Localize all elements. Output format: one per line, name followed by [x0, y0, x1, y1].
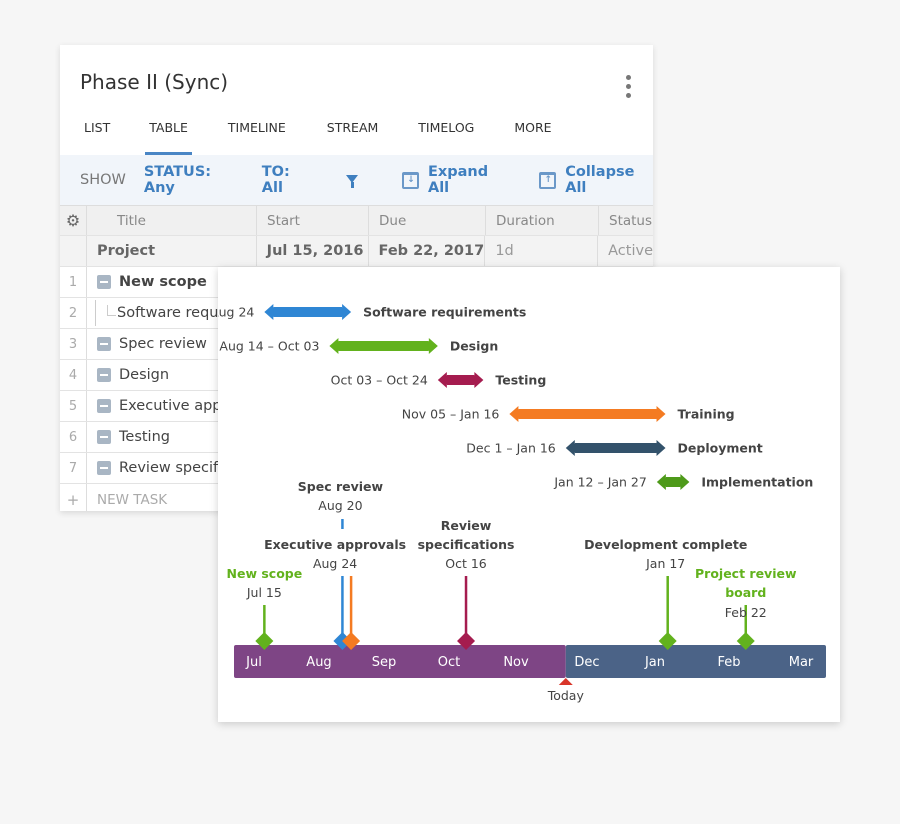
task-title: Design — [119, 367, 170, 383]
task-name-label: Implementation — [701, 475, 813, 490]
tab-table[interactable]: TABLE — [145, 121, 192, 155]
project-row-due: Feb 22, 2017 — [369, 236, 486, 266]
expand-icon: ↓ — [402, 171, 419, 189]
status-filter[interactable]: STATUS: Any — [144, 164, 240, 196]
month-label: Sep — [372, 655, 397, 670]
task-bar-body — [665, 477, 681, 487]
filter-funnel-icon[interactable] — [346, 175, 359, 188]
project-row-status: Active — [608, 243, 653, 259]
column-header-start[interactable]: Start — [257, 206, 369, 235]
milestone-date: Aug 24 — [313, 556, 357, 571]
task-name-label: Training — [678, 407, 735, 422]
row-number: 1 — [60, 267, 87, 297]
add-task-icon[interactable]: + — [60, 484, 87, 511]
task-range-label: Jan 12 – Jan 27 — [553, 475, 647, 490]
tab-more[interactable]: MORE — [514, 121, 551, 155]
task-range-label: Jul 15 – Aug 24 — [218, 305, 254, 320]
milestone-date: Feb 22 — [725, 605, 767, 620]
tab-list[interactable]: LIST — [84, 121, 110, 155]
task-title: New scope — [119, 274, 207, 290]
task-bar-body — [574, 443, 657, 453]
column-settings-button[interactable]: ⚙ — [60, 206, 87, 235]
row-number: 6 — [60, 422, 87, 452]
table-header: ⚙ Title Start Due Duration Status — [60, 205, 653, 236]
milestone-name: New scope — [227, 566, 303, 581]
assignee-filter[interactable]: TO: All — [262, 164, 312, 196]
page-title: Phase II (Sync) — [80, 70, 229, 94]
more-options-icon[interactable] — [625, 75, 631, 101]
row-number: 7 — [60, 453, 87, 483]
timeline-chart: Jul 15 – Aug 24 Software requirements Aug … — [218, 304, 826, 703]
milestone-date: Jan 17 — [645, 556, 685, 571]
task-name-label: Software requirements — [363, 305, 526, 320]
expand-all-label: Expand All — [427, 164, 489, 196]
task-name-label: Design — [450, 339, 498, 354]
filter-toolbar: SHOW STATUS: Any TO: All ↓ Expand All ↑ … — [60, 155, 653, 205]
show-label: SHOW — [80, 172, 126, 188]
row-number: 2 — [60, 298, 87, 328]
tab-timeline[interactable]: TIMELINE — [228, 121, 286, 155]
month-label: Mar — [789, 655, 814, 670]
milestone-name: board — [725, 585, 766, 600]
column-header-title[interactable]: Title — [87, 206, 257, 235]
row-number: 3 — [60, 329, 87, 359]
month-label: Oct — [438, 655, 460, 670]
collapse-toggle-icon[interactable] — [97, 275, 111, 289]
task-range-label: Oct 03 – Oct 24 — [331, 373, 428, 388]
collapse-toggle-icon[interactable] — [97, 430, 111, 444]
project-row[interactable]: Project Jul 15, 2016 Feb 22, 2017 1d Act… — [60, 236, 653, 267]
month-label: Feb — [717, 655, 740, 670]
task-bar-body — [338, 341, 429, 351]
column-header-status[interactable]: Status — [599, 206, 653, 235]
task-range-label: Aug 14 – Oct 03 — [219, 339, 319, 354]
month-label: Nov — [503, 655, 529, 670]
month-label: Aug — [306, 655, 331, 670]
task-name-label: Testing — [495, 373, 546, 388]
row-number: 5 — [60, 391, 87, 421]
task-range-label: Dec 1 – Jan 16 — [466, 441, 556, 456]
tree-connector-icon — [95, 298, 117, 328]
milestone-name: Review — [441, 518, 492, 533]
today-label: Today — [547, 688, 585, 703]
milestone-name: Executive approvals — [264, 537, 406, 552]
collapse-all-label: Collapse All — [565, 164, 635, 196]
collapse-icon: ↑ — [539, 171, 557, 189]
task-title: Spec review — [119, 336, 207, 352]
task-range-label: Nov 05 – Jan 16 — [402, 407, 500, 422]
collapse-toggle-icon[interactable] — [97, 461, 111, 475]
row-number: 4 — [60, 360, 87, 390]
milestone-date: Oct 16 — [445, 556, 487, 571]
month-label: Dec — [574, 655, 599, 670]
task-bar-body — [273, 307, 343, 317]
month-label: Jul — [245, 655, 262, 670]
milestone-name: Spec review — [298, 479, 384, 494]
task-name-label: Deployment — [678, 441, 763, 456]
collapse-toggle-icon[interactable] — [97, 337, 111, 351]
tab-timelog[interactable]: TIMELOG — [418, 121, 474, 155]
milestone-name: Project review — [695, 566, 797, 581]
timeline-future-band — [565, 645, 826, 678]
project-row-start: Jul 15, 2016 — [257, 236, 369, 266]
gear-icon: ⚙ — [65, 211, 81, 230]
milestone-name: Development complete — [584, 537, 747, 552]
column-header-due[interactable]: Due — [369, 206, 486, 235]
task-bar-body — [446, 375, 475, 385]
task-bar-body — [518, 409, 657, 419]
timeline-panel: Jul 15 – Aug 24 Software requirements Aug … — [218, 267, 840, 722]
collapse-all-button[interactable]: ↑ Collapse All — [539, 164, 653, 196]
tab-stream[interactable]: STREAM — [327, 121, 379, 155]
expand-all-button[interactable]: ↓ Expand All — [402, 164, 507, 196]
milestone-date: Aug 20 — [318, 498, 362, 513]
view-tabs: LIST TABLE TIMELINE STREAM TIMELOG MORE — [60, 121, 552, 155]
project-row-title: Project — [87, 236, 257, 266]
milestone-name: specifications — [418, 537, 515, 552]
task-title: Testing — [119, 429, 170, 445]
column-header-duration[interactable]: Duration — [486, 206, 599, 235]
month-label: Jan — [644, 655, 665, 670]
collapse-toggle-icon[interactable] — [97, 368, 111, 382]
collapse-toggle-icon[interactable] — [97, 399, 111, 413]
today-marker-icon — [558, 678, 573, 685]
milestone-date: Jul 15 — [246, 585, 282, 600]
project-row-duration: 1d — [485, 236, 599, 266]
